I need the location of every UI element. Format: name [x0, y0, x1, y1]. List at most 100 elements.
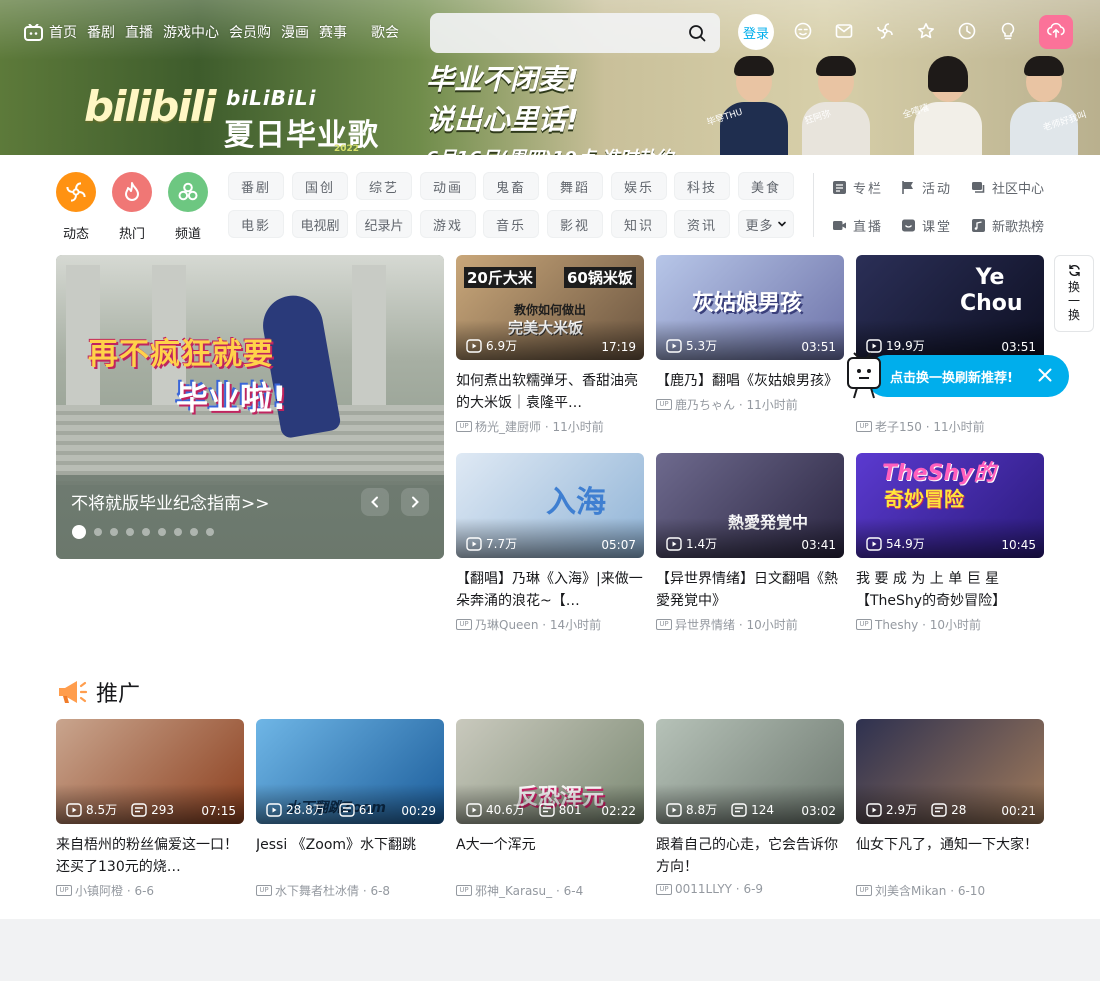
link-live[interactable]: 直播	[832, 216, 883, 235]
tv-icon[interactable]	[24, 23, 43, 41]
video-thumbnail[interactable]: 20斤大米 60锅米饭 教你如何做出 完美大米饭 6.9万 17:19	[456, 255, 644, 360]
video-card[interactable]: 20斤大米 60锅米饭 教你如何做出 完美大米饭 6.9万 17:19 如何煮出…	[456, 255, 644, 435]
carousel-dot[interactable]	[94, 528, 102, 536]
upload-button[interactable]	[1039, 15, 1073, 49]
carousel-next-button[interactable]	[401, 488, 429, 516]
nav-anime[interactable]: 番剧	[87, 22, 115, 42]
carousel-title[interactable]: 不将就版毕业纪念指南>>	[71, 489, 270, 514]
tag-music[interactable]: 音乐	[483, 210, 539, 238]
creative-center-icon[interactable]	[999, 22, 1017, 44]
uploader-name[interactable]: 老子150	[875, 418, 922, 435]
carousel-dot[interactable]	[174, 528, 182, 536]
history-icon[interactable]	[958, 22, 976, 44]
video-title[interactable]: 【翻唱】乃琳《入海》|来做一朵奔涌的浪花~【…	[456, 568, 644, 612]
video-title[interactable]: 来自梧州的粉丝偏爱这一口！还买了130元的烧…	[56, 834, 244, 878]
video-thumbnail[interactable]: 反恐浑元 40.6万 801 02:22	[456, 719, 644, 824]
video-card[interactable]: 灰姑娘男孩 5.3万 03:51 【鹿乃】翻唱《灰姑娘男孩》 UP 鹿乃ちゃん …	[656, 255, 844, 413]
tag-movie[interactable]: 电影	[228, 210, 284, 238]
tag-film-tv[interactable]: 影视	[547, 210, 603, 238]
video-card[interactable]: Ye Chou 19.9万 03:51 UP 老子150 · 11小时前	[856, 255, 1044, 435]
video-thumbnail[interactable]: 熱愛発覚中 1.4万 03:41	[656, 453, 844, 558]
nav-mall[interactable]: 会员购	[229, 22, 271, 42]
promo-card[interactable]: 8.5万 293 07:15 来自梧州的粉丝偏爱这一口！还买了130元的烧… U…	[56, 719, 244, 899]
carousel-dot[interactable]	[72, 525, 86, 539]
search-box[interactable]	[430, 13, 720, 53]
bilibili-logo[interactable]: bilibili	[84, 82, 217, 131]
promo-card[interactable]: 反恐浑元 40.6万 801 02:22 A大一个浑元 UP 邪神_Karasu…	[456, 719, 644, 899]
promo-card[interactable]: 8.8万 124 03:02 跟着自己的心走，它会告诉你方向！ UP 0011L…	[656, 719, 844, 896]
video-card[interactable]: 入海 7.7万 05:07 【翻唱】乃琳《入海》|来做一朵奔涌的浪花~【… UP…	[456, 453, 644, 633]
promo-card[interactable]: 水下翻跳Zoom 28.8万 61 00:29 Jessi 《Zoom》水下翻跳…	[256, 719, 444, 899]
video-title[interactable]: 我 要 成 为 上 单 巨 星【TheShy的奇妙冒险】	[856, 568, 1044, 612]
video-card[interactable]: TheShy的 奇妙冒险 54.9万 10:45 我 要 成 为 上 单 巨 星…	[856, 453, 1044, 633]
video-thumbnail[interactable]: 8.8万 124 03:02	[656, 719, 844, 824]
nav-concert[interactable]: 歌会	[371, 22, 399, 42]
hero-carousel[interactable]: 再不疯狂就要 毕业啦! 不将就版毕业纪念指南>>	[56, 255, 444, 559]
nav-game-center[interactable]: 游戏中心	[163, 22, 219, 42]
uploader-name[interactable]: 杨光_建厨师	[475, 418, 541, 435]
uploader-name[interactable]: 异世界情绪	[675, 616, 735, 633]
tag-more-button[interactable]: 更多	[738, 210, 794, 238]
header-banner[interactable]: bilibili biLiBiLi 夏日毕业歌会 2022 毕业不闭麦! 说出心…	[0, 0, 1100, 155]
link-column[interactable]: 专栏	[832, 178, 883, 197]
tag-entertainment[interactable]: 娱乐	[611, 172, 667, 200]
tag-tech[interactable]: 科技	[674, 172, 730, 200]
video-title[interactable]: Jessi 《Zoom》水下翻跳	[256, 834, 444, 878]
uploader-name[interactable]: 邪神_Karasu_	[475, 882, 552, 899]
video-thumbnail[interactable]: 2.9万 28 00:21	[856, 719, 1044, 824]
uploader-name[interactable]: 鹿乃ちゃん	[675, 396, 735, 413]
link-classroom[interactable]: 课堂	[901, 216, 952, 235]
close-icon[interactable]	[1037, 367, 1053, 387]
video-thumbnail[interactable]: TheShy的 奇妙冒险 54.9万 10:45	[856, 453, 1044, 558]
login-button[interactable]: 登录	[738, 14, 774, 50]
nav-esports[interactable]: 赛事	[319, 22, 347, 42]
promo-card[interactable]: 2.9万 28 00:21 仙女下凡了，通知一下大家！ UP 刘美含Mikan …	[856, 719, 1044, 899]
carousel-dot[interactable]	[110, 528, 118, 536]
refresh-button[interactable]: 换 一 换	[1054, 255, 1094, 332]
uploader-name[interactable]: 小镇阿橙	[75, 882, 123, 899]
tag-news[interactable]: 资讯	[674, 210, 730, 238]
carousel-dot[interactable]	[142, 528, 150, 536]
carousel-prev-button[interactable]	[361, 488, 389, 516]
carousel-dot[interactable]	[126, 528, 134, 536]
carousel-dot[interactable]	[206, 528, 214, 536]
nav-live[interactable]: 直播	[125, 22, 153, 42]
video-title[interactable]: 【鹿乃】翻唱《灰姑娘男孩》	[656, 370, 844, 392]
uploader-name[interactable]: 0011LLYY	[675, 882, 732, 896]
dynamic-icon[interactable]	[876, 22, 894, 44]
channel-dynamic[interactable]: 动态	[56, 172, 96, 242]
nav-manga[interactable]: 漫画	[281, 22, 309, 42]
tag-kichiku[interactable]: 鬼畜	[483, 172, 539, 200]
tag-food[interactable]: 美食	[738, 172, 794, 200]
link-activity[interactable]: 活动	[901, 178, 952, 197]
video-title[interactable]: A大一个浑元	[456, 834, 644, 878]
video-title[interactable]: 【异世界情绪】日文翻唱《熱愛発覚中》	[656, 568, 844, 612]
video-thumbnail[interactable]: 灰姑娘男孩 5.3万 03:51	[656, 255, 844, 360]
video-title[interactable]: 如何煮出软糯弹牙、香甜油亮的大米饭｜袁隆平…	[456, 370, 644, 414]
uploader-name[interactable]: 水下舞者杜冰倩	[275, 882, 359, 899]
link-community[interactable]: 社区中心	[971, 178, 1044, 197]
uploader-name[interactable]: 刘美含Mikan	[875, 882, 946, 899]
tag-game[interactable]: 游戏	[420, 210, 476, 238]
tag-tv-series[interactable]: 电视剧	[292, 210, 348, 238]
video-title[interactable]: 跟着自己的心走，它会告诉你方向！	[656, 834, 844, 878]
channel-hot[interactable]: 热门	[112, 172, 152, 242]
tag-animation[interactable]: 动画	[420, 172, 476, 200]
favorite-icon[interactable]	[917, 22, 935, 44]
video-title[interactable]: 仙女下凡了，通知一下大家！	[856, 834, 1044, 878]
carousel-dot[interactable]	[158, 528, 166, 536]
tag-guochuang[interactable]: 国创	[292, 172, 348, 200]
channel-channels[interactable]: 频道	[168, 172, 208, 242]
nav-home[interactable]: 首页	[49, 22, 77, 42]
tag-documentary[interactable]: 纪录片	[356, 210, 412, 238]
video-card[interactable]: 熱愛発覚中 1.4万 03:41 【异世界情绪】日文翻唱《熱愛発覚中》 UP 异…	[656, 453, 844, 633]
membership-icon[interactable]	[794, 22, 812, 44]
message-icon[interactable]	[835, 22, 853, 44]
video-thumbnail[interactable]: 8.5万 293 07:15	[56, 719, 244, 824]
link-new-songs[interactable]: 新歌热榜	[971, 216, 1044, 235]
tag-knowledge[interactable]: 知识	[611, 210, 667, 238]
uploader-name[interactable]: Theshy	[875, 618, 918, 632]
video-thumbnail[interactable]: Ye Chou 19.9万 03:51	[856, 255, 1044, 360]
tag-dance[interactable]: 舞蹈	[547, 172, 603, 200]
video-thumbnail[interactable]: 入海 7.7万 05:07	[456, 453, 644, 558]
